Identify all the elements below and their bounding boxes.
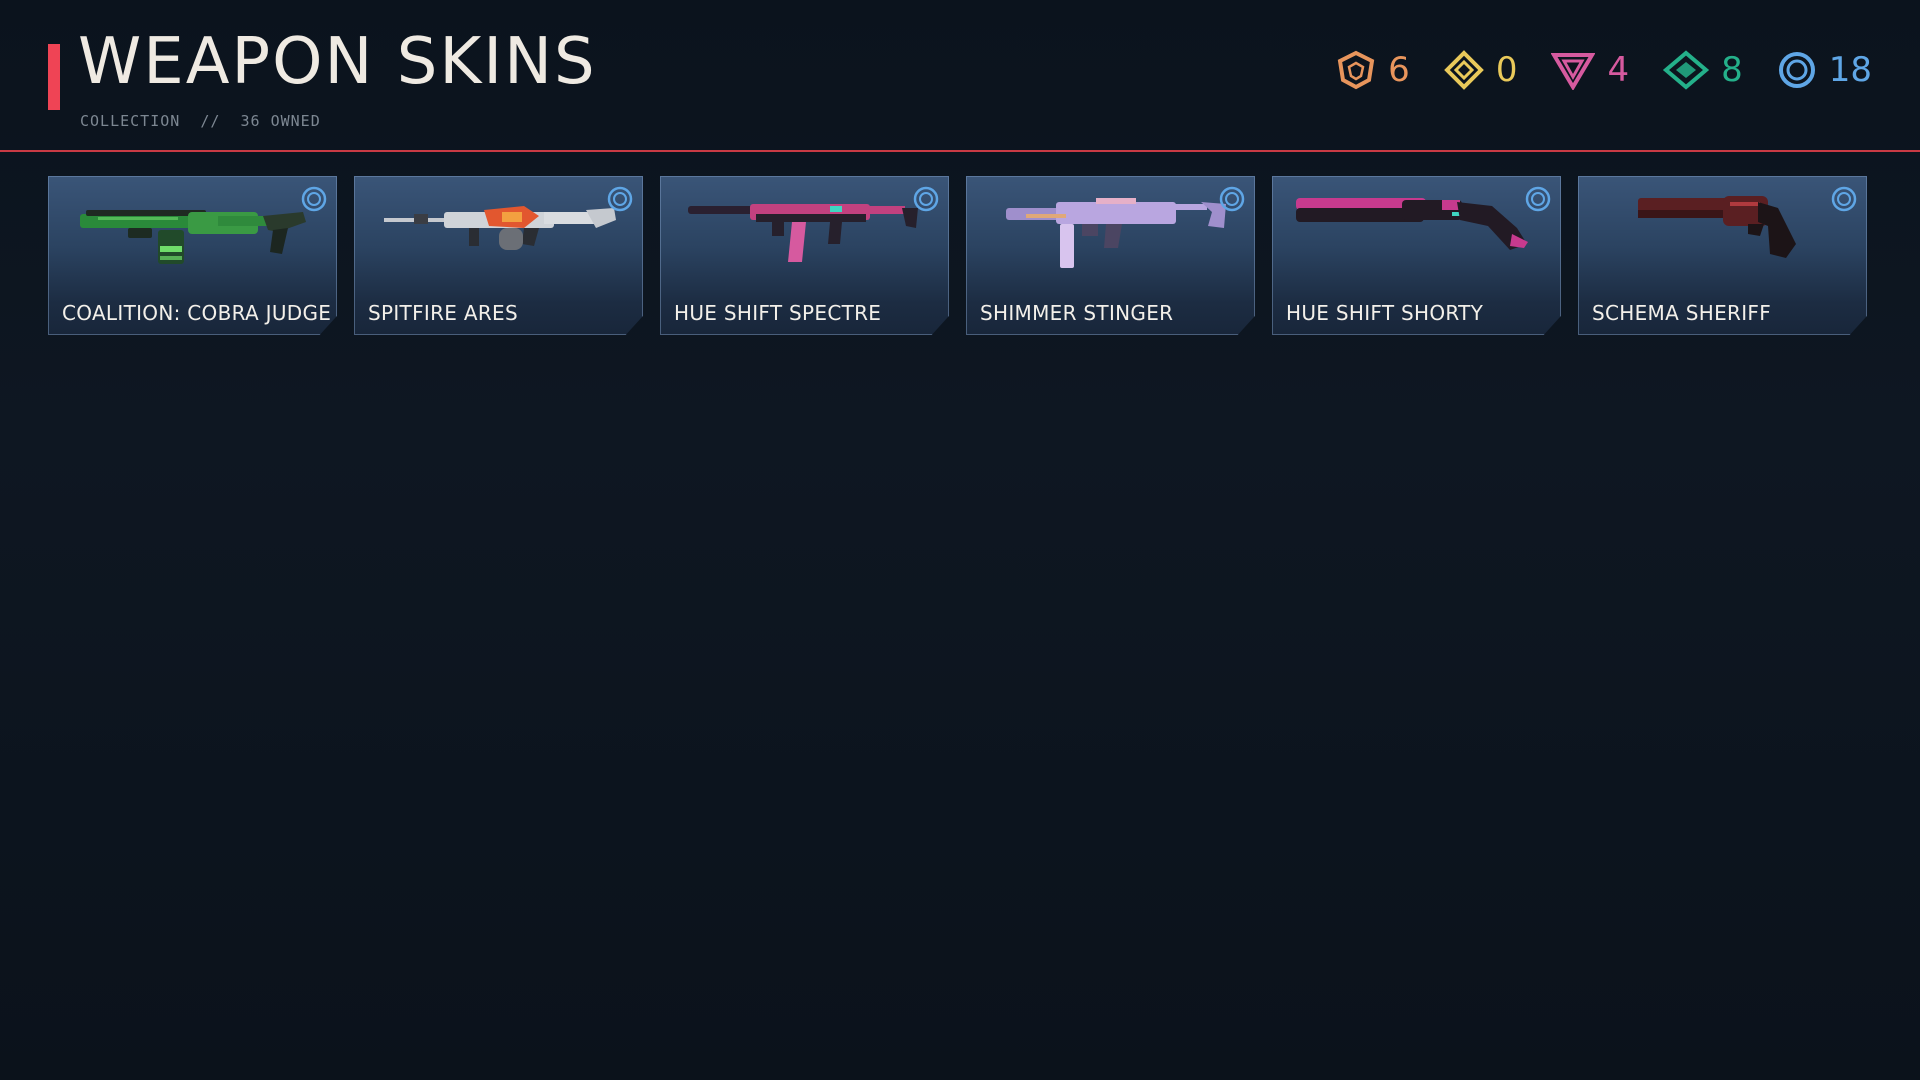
tier-count-select[interactable]: 6 (1336, 50, 1410, 90)
skin-name: HUE SHIFT SHORTY (1286, 301, 1484, 325)
skin-card-spitfire-ares[interactable]: SPITFIRE ARES (354, 176, 643, 335)
ultra-tier-icon (1831, 186, 1857, 212)
skin-card-hue-shift-shorty[interactable]: HUE SHIFT SHORTY (1272, 176, 1561, 335)
skin-card-shimmer-stinger[interactable]: SHIMMER STINGER (966, 176, 1255, 335)
tier-count-value: 18 (1828, 50, 1872, 90)
tier-count-value: 8 (1721, 50, 1743, 90)
skin-name: SCHEMA SHERIFF (1592, 301, 1772, 325)
skin-card-cobra-judge[interactable]: COALITION: COBRA JUDGE (48, 176, 337, 335)
title-accent-bar (48, 44, 60, 110)
ultra-tier-icon (607, 186, 633, 212)
page-header: WEAPON SKINS COLLECTION // 36 OWNED 6 0 … (0, 0, 1920, 150)
premium-tier-icon (1551, 53, 1596, 90)
weapon-image (1598, 186, 1847, 286)
header-divider (0, 150, 1920, 152)
exclusive-tier-icon (1663, 50, 1710, 90)
ultra-tier-icon (1219, 186, 1245, 212)
skin-name: SPITFIRE ARES (368, 301, 518, 325)
ultra-tier-icon (1778, 52, 1815, 88)
deluxe-tier-icon (1443, 50, 1484, 90)
select-tier-icon (1337, 50, 1375, 90)
page-title: WEAPON SKINS (78, 25, 597, 99)
weapon-image (1292, 186, 1541, 286)
tier-count-premium[interactable]: 4 (1551, 50, 1629, 90)
skin-card-schema-sheriff[interactable]: SCHEMA SHERIFF (1578, 176, 1867, 335)
skin-grid: COALITION: COBRA JUDGE SPITFIRE ARES HUE… (48, 176, 1867, 335)
weapon-image (680, 186, 929, 286)
tier-count-deluxe[interactable]: 0 (1443, 50, 1518, 90)
tier-count-ultra[interactable]: 18 (1777, 50, 1872, 90)
skin-name: COALITION: COBRA JUDGE (62, 301, 332, 325)
tier-count-exclusive[interactable]: 8 (1663, 50, 1743, 90)
collection-subtitle: COLLECTION // 36 OWNED (80, 112, 321, 130)
ultra-tier-icon (913, 186, 939, 212)
skin-name: SHIMMER STINGER (980, 301, 1174, 325)
weapon-image (68, 186, 317, 286)
weapon-image (374, 186, 623, 286)
ultra-tier-icon (301, 186, 327, 212)
tier-count-value: 4 (1607, 50, 1630, 90)
weapon-image (986, 186, 1235, 286)
skin-card-hue-shift-spectre[interactable]: HUE SHIFT SPECTRE (660, 176, 949, 335)
tier-count-value: 0 (1495, 50, 1518, 90)
skin-name: HUE SHIFT SPECTRE (674, 301, 882, 325)
tier-counts: 6 0 4 8 18 (1336, 50, 1872, 90)
tier-count-value: 6 (1388, 50, 1410, 90)
ultra-tier-icon (1525, 186, 1551, 212)
